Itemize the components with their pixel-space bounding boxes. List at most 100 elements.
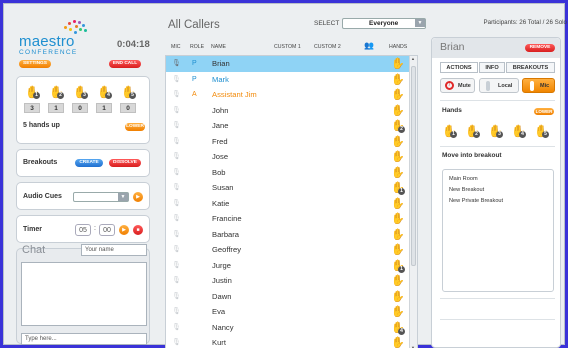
hand-icon[interactable]: ✋ [391, 228, 405, 242]
caller-row[interactable]: 🎙 Fred ✋ [166, 134, 411, 150]
hand-icon[interactable]: ✋ [391, 166, 405, 180]
caller-row[interactable]: 🎙 Kurt ✋ [166, 335, 411, 348]
hand-icon[interactable]: ✋ [391, 57, 405, 71]
hand-icon[interactable]: ✋ 4 [391, 321, 405, 335]
caller-row[interactable]: 🎙 Barbara ✋ [166, 227, 411, 243]
mic-icon[interactable]: 🎙 [172, 261, 181, 271]
caller-row[interactable]: 🎙 John ✋ [166, 103, 411, 119]
hand-icon[interactable]: ✋ 1 [391, 181, 405, 195]
lower-hand-button[interactable]: LOWER [534, 108, 554, 115]
caller-row[interactable]: 🎙 Jurge ✋ 1 [166, 258, 411, 274]
hand-icon[interactable]: ✋ [391, 150, 405, 164]
list-scrollbar[interactable]: ▲ ▼ [409, 56, 417, 348]
caller-row[interactable]: 🎙 Bob ✋ [166, 165, 411, 181]
caller-row[interactable]: 🎙 Susan ✋ 1 [166, 180, 411, 196]
mic-icon[interactable]: 🎙 [172, 276, 181, 286]
set-hand-5-icon[interactable]: ✋ 5 [534, 124, 549, 138]
tab-all-callers[interactable]: All Callers [168, 19, 220, 31]
start-timer-icon[interactable]: ▶ [119, 225, 129, 235]
mic-icon[interactable]: 🎙 [172, 137, 181, 147]
mute-button[interactable]: / Mute [440, 78, 475, 93]
hand-level-2-icon[interactable]: ✋ 2 [49, 85, 64, 99]
mic-icon[interactable]: 🎙 [172, 75, 181, 85]
breakouts-panel: Breakouts CREATE DISSOLVE [16, 149, 150, 177]
hand-level-5-icon[interactable]: ✋ 5 [121, 85, 136, 99]
stop-timer-icon[interactable]: ■ [133, 225, 143, 235]
end-call-button[interactable]: END CALL [109, 60, 141, 68]
timer-minutes-input[interactable]: 05 [75, 224, 91, 236]
play-cue-icon[interactable]: ▶ [133, 192, 143, 202]
hand-icon[interactable]: ✋ [391, 243, 405, 257]
tab-breakouts[interactable]: BREAKOUTS [506, 62, 555, 73]
chat-message-input[interactable]: Type here... [21, 333, 147, 345]
mic-icon[interactable]: 🎙 [172, 307, 181, 317]
hand-icon[interactable]: ✋ [391, 197, 405, 211]
caller-row[interactable]: 🎙 A Assistant Jim ✋ [166, 87, 411, 103]
mic-icon[interactable]: 🎙 [172, 183, 181, 193]
mic-icon[interactable]: 🎙 [172, 106, 181, 116]
audio-cue-select[interactable]: ▼ [73, 192, 129, 202]
set-hand-3-icon[interactable]: ✋ 3 [488, 124, 503, 138]
mic-icon[interactable]: 🎙 [172, 199, 181, 209]
hand-icon[interactable]: ✋ [391, 290, 405, 304]
hand-icon[interactable]: ✋ [391, 104, 405, 118]
hand-level-badge: 1 [398, 265, 405, 273]
mic-icon[interactable]: 🎙 [172, 152, 181, 162]
hand-icon[interactable]: ✋ [391, 274, 405, 288]
caller-row[interactable]: 🎙 Dawn ✋ [166, 289, 411, 305]
caller-row[interactable]: 🎙 Eva ✋ [166, 304, 411, 320]
caller-row[interactable]: 🎙 P Brian ✋ [166, 56, 411, 72]
mic-icon[interactable]: 🎙 [172, 338, 181, 348]
breakout-new[interactable]: New Breakout [449, 187, 484, 193]
caller-row[interactable]: 🎙 Katie ✋ [166, 196, 411, 212]
hand-icon[interactable]: ✋ [391, 305, 405, 319]
timer-seconds-input[interactable]: 00 [99, 224, 115, 236]
breakout-main-room[interactable]: Main Room [449, 176, 478, 182]
scroll-thumb[interactable] [411, 66, 416, 266]
mic-icon[interactable]: 🎙 [172, 323, 181, 333]
caller-row[interactable]: 🎙 Jose ✋ [166, 149, 411, 165]
mic-button[interactable]: Mic [522, 78, 555, 93]
mic-icon[interactable]: 🎙 [172, 168, 181, 178]
mic-icon[interactable]: 🎙 [172, 214, 181, 224]
local-button[interactable]: Local [479, 78, 519, 93]
hand-level-3-icon[interactable]: ✋ 3 [73, 85, 88, 99]
mic-icon[interactable]: 🎙 [172, 230, 181, 240]
chat-name-input[interactable]: Your name [81, 244, 147, 256]
caller-row[interactable]: 🎙 Jane ✋ 2 [166, 118, 411, 134]
hand-level-1-icon[interactable]: ✋ 1 [25, 85, 40, 99]
hand-icon[interactable]: ✋ [391, 212, 405, 226]
caller-row[interactable]: 🎙 Justin ✋ [166, 273, 411, 289]
mic-icon[interactable]: 🎙 [172, 59, 181, 69]
settings-button[interactable]: SETTINGS [19, 60, 51, 68]
mic-icon[interactable]: 🎙 [172, 90, 181, 100]
tab-info[interactable]: INFO [479, 62, 505, 73]
set-hand-4-icon[interactable]: ✋ 4 [511, 124, 526, 138]
dissolve-breakout-button[interactable]: DISSOLVE [109, 159, 141, 167]
lower-hands-button[interactable]: LOWER [125, 123, 145, 131]
hand-level-4-icon[interactable]: ✋ 4 [97, 85, 112, 99]
set-hand-1-icon[interactable]: ✋ 1 [442, 124, 457, 138]
mic-icon[interactable]: 🎙 [172, 121, 181, 131]
set-hand-2-icon[interactable]: ✋ 2 [465, 124, 480, 138]
hand-icon[interactable]: ✋ [391, 135, 405, 149]
hand-icon[interactable]: ✋ [391, 88, 405, 102]
remove-caller-button[interactable]: REMOVE [525, 44, 555, 52]
hand-icon[interactable]: ✋ [391, 73, 405, 87]
select-filter[interactable]: Everyone ▼ [342, 18, 426, 29]
breakout-new-private[interactable]: New Private Breakout [449, 198, 503, 204]
hand-icon[interactable]: ✋ 2 [391, 119, 405, 133]
caller-row[interactable]: 🎙 Nancy ✋ 4 [166, 320, 411, 336]
tab-actions[interactable]: ACTIONS [440, 62, 478, 73]
create-breakout-button[interactable]: CREATE [75, 159, 103, 167]
scroll-up-icon[interactable]: ▲ [411, 56, 415, 61]
caller-row[interactable]: 🎙 Francine ✋ [166, 211, 411, 227]
app-window: maestro CONFERENCE 0:04:18 SETTINGS END … [3, 3, 567, 348]
mic-icon[interactable]: 🎙 [172, 292, 181, 302]
hands-label: Hands [442, 107, 462, 114]
caller-row[interactable]: 🎙 Geoffrey ✋ [166, 242, 411, 258]
mic-icon[interactable]: 🎙 [172, 245, 181, 255]
hand-icon[interactable]: ✋ [391, 336, 405, 348]
caller-row[interactable]: 🎙 P Mark ✋ [166, 72, 411, 88]
hand-icon[interactable]: ✋ 1 [391, 259, 405, 273]
